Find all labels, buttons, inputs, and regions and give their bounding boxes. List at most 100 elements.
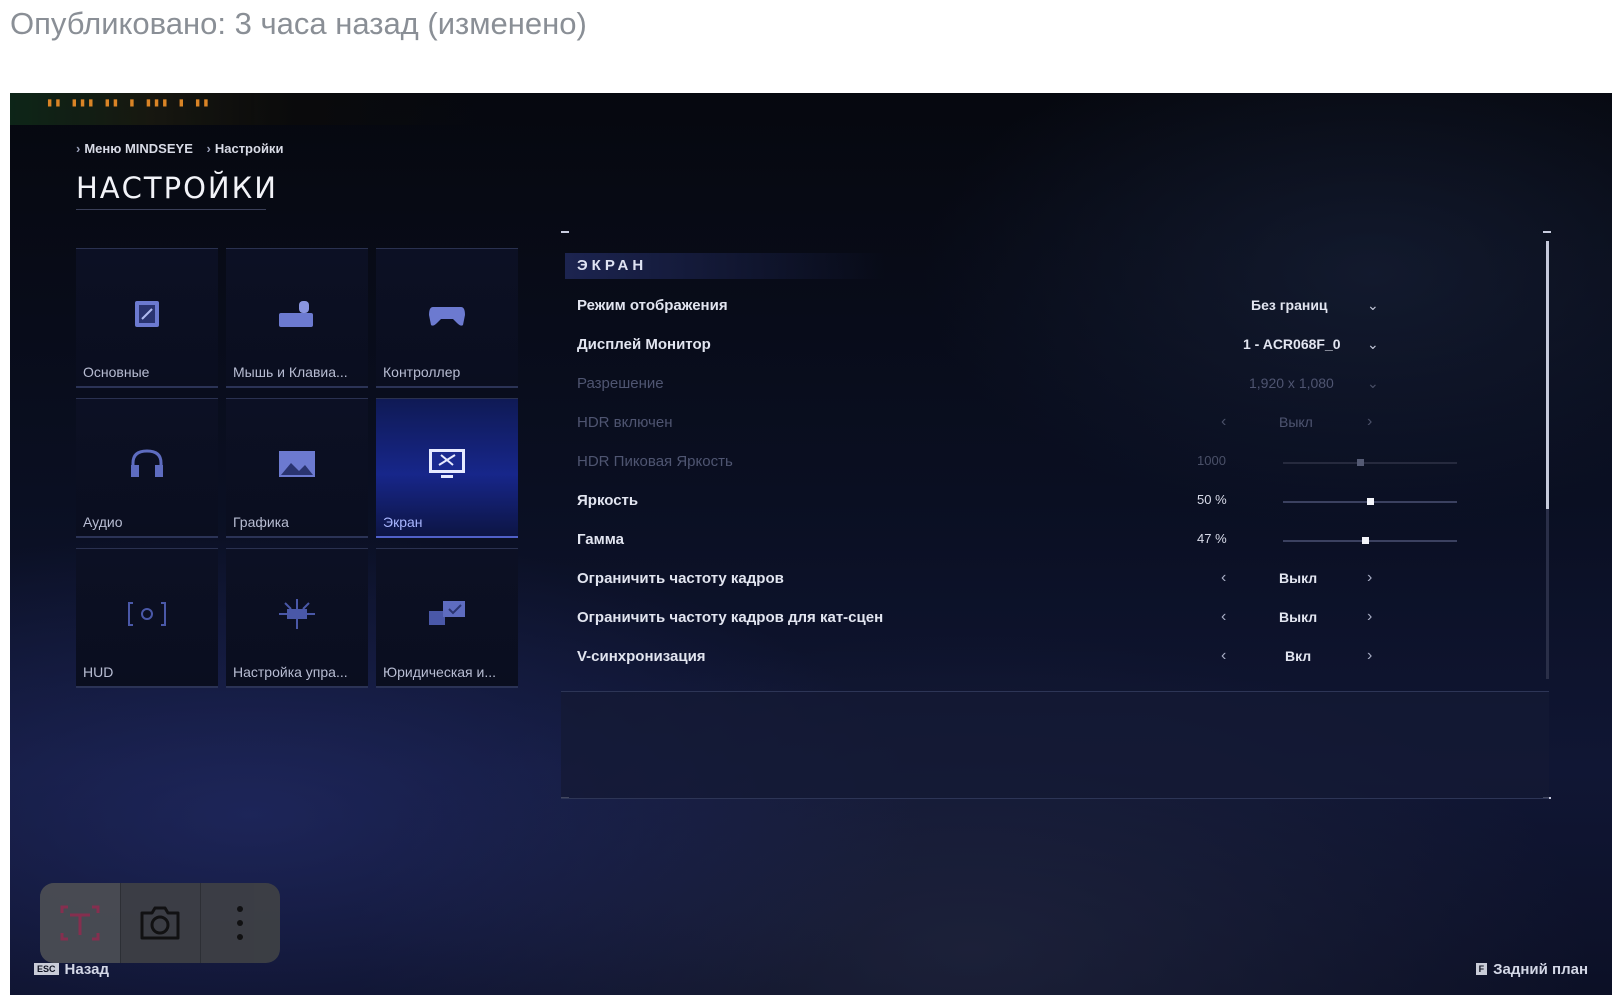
setting-label: V-синхронизация (577, 648, 706, 665)
slider-knob (1356, 459, 1364, 466)
hdr-peak-value: 1000 (1197, 453, 1226, 468)
setting-gamma[interactable]: Гамма 47 % (577, 521, 1457, 559)
chevron-left-icon[interactable]: ‹ (1221, 569, 1226, 587)
chevron-down-icon[interactable]: ⌄ (1367, 336, 1379, 353)
network-icon (279, 599, 315, 629)
screenshot-button[interactable] (120, 883, 200, 963)
hdr-enabled-value: Выкл (1279, 414, 1313, 430)
setting-vsync[interactable]: V-синхронизация ‹ Вкл › (577, 638, 1457, 676)
page-title: НАСТРОЙКИ (76, 171, 276, 210)
frame-limit-value: Выкл (1279, 570, 1318, 586)
resolution-value: 1,920 x 1,080 (1249, 375, 1334, 391)
chevron-down-icon[interactable]: ⌄ (1367, 297, 1379, 314)
setting-label: Ограничить частоту кадров для кат-сцен (577, 609, 884, 626)
background-label: Задний план (1493, 961, 1588, 978)
chevron-left-icon: ‹ (1221, 413, 1227, 430)
setting-display-monitor[interactable]: Дисплей Монитор 1 - ACR068F_0 ⌄ (577, 326, 1457, 364)
setting-frame-limit-cutscenes[interactable]: Ограничить частоту кадров для кат-сцен ‹… (577, 599, 1457, 637)
chevron-left-icon[interactable]: ‹ (1221, 647, 1226, 665)
setting-hdr-enabled: HDR включен ‹ Выкл › (577, 404, 1457, 442)
category-tile-display[interactable]: Экран (376, 398, 518, 538)
category-label: Аудио (83, 514, 123, 530)
category-tile-controller[interactable]: Контроллер (376, 248, 518, 388)
category-tile-hud[interactable]: HUD (76, 548, 218, 688)
setting-frame-limit[interactable]: Ограничить частоту кадров ‹ Выкл › (577, 560, 1457, 598)
keyboard-mouse-icon (279, 301, 313, 327)
setting-label: HDR Пиковая Яркость (577, 453, 733, 470)
display-icon (429, 449, 465, 478)
breadcrumb: › Меню MINDSEYE › Настройки (76, 141, 284, 156)
fps-overlay: ▮▮ ▮▮▮ ▮▮ ▮ ▮▮▮ ▮ ▮▮ (10, 93, 480, 125)
category-tile-general[interactable]: Основные (76, 248, 218, 388)
category-tile-audio[interactable]: Аудио (76, 398, 218, 538)
fps-overlay-text: ▮▮ ▮▮▮ ▮▮ ▮ ▮▮▮ ▮ ▮▮ (46, 95, 211, 109)
post-meta: Опубликовано: 3 часа назад (изменено) (10, 6, 587, 41)
more-options-button[interactable] (200, 883, 280, 963)
setting-description-box (561, 691, 1549, 799)
setting-resolution: Разрешение 1,920 x 1,080 ⌄ (577, 365, 1457, 403)
chevron-down-icon: ⌄ (1367, 375, 1379, 391)
game-screenshot: ▮▮ ▮▮▮ ▮▮ ▮ ▮▮▮ ▮ ▮▮ › Меню MINDSEYE › Нас… (10, 93, 1612, 995)
setting-label: Дисплей Монитор (577, 336, 711, 353)
setting-label: Ограничить частоту кадров (577, 570, 784, 587)
breadcrumb-item-settings[interactable]: Настройки (215, 141, 284, 156)
setting-label: Гамма (577, 531, 624, 548)
brightness-value: 50 % (1197, 492, 1227, 507)
scrollbar-thumb[interactable] (1546, 241, 1549, 509)
category-label: Графика (233, 514, 289, 530)
chevron-right-icon[interactable]: › (1367, 608, 1372, 626)
hdr-peak-slider (1283, 459, 1457, 466)
headphones-icon (131, 449, 163, 477)
image-icon (279, 451, 315, 477)
setting-display-mode[interactable]: Режим отображения Без границ ⌄ (577, 287, 1457, 325)
category-label: HUD (83, 664, 114, 680)
panel-corner (561, 231, 569, 233)
back-hint[interactable]: ESC Назад (34, 961, 109, 978)
category-label: Юридическая и... (383, 664, 496, 680)
vsync-value: Вкл (1285, 648, 1312, 664)
gamma-value: 47 % (1197, 531, 1227, 546)
more-vertical-icon (237, 906, 243, 940)
text-select-icon (60, 905, 100, 941)
category-tile-mouse-keyboard[interactable]: Мышь и Клавиа... (226, 248, 368, 388)
camera-icon (140, 906, 180, 940)
category-label: Экран (383, 514, 423, 530)
setting-hdr-peak-brightness: HDR Пиковая Яркость 1000 (577, 443, 1457, 481)
chevron-left-icon[interactable]: ‹ (1221, 608, 1226, 626)
category-label: Контроллер (383, 364, 461, 380)
background-hint[interactable]: F Задний план (1475, 961, 1588, 978)
chevron-right-icon[interactable]: › (1367, 647, 1372, 665)
category-tile-graphics[interactable]: Графика (226, 398, 368, 538)
category-label: Настройка упра... (233, 664, 348, 680)
gamma-slider[interactable] (1283, 537, 1457, 544)
setting-label: HDR включен (577, 414, 673, 431)
image-toolbar (40, 883, 280, 963)
chip-icon (135, 301, 159, 327)
slider-knob[interactable] (1367, 498, 1374, 505)
back-label: Назад (64, 961, 109, 978)
category-tile-legal[interactable]: Юридическая и... (376, 548, 518, 688)
esc-key-badge: ESC (34, 963, 59, 975)
breadcrumb-item-menu[interactable]: Меню MINDSEYE (84, 141, 193, 156)
legal-icon (429, 601, 465, 625)
brightness-slider[interactable] (1283, 498, 1457, 505)
display-mode-value[interactable]: Без границ (1251, 297, 1328, 313)
category-tile-control-settings[interactable]: Настройка упра... (226, 548, 368, 688)
category-label: Мышь и Клавиа... (233, 364, 348, 380)
chevron-right-icon[interactable]: › (1367, 569, 1372, 587)
section-title: ЭКРАН (565, 253, 885, 279)
category-label: Основные (83, 364, 150, 380)
setting-brightness[interactable]: Яркость 50 % (577, 482, 1457, 520)
gamepad-icon (429, 307, 465, 326)
slider-knob[interactable] (1361, 537, 1369, 544)
setting-label: Яркость (577, 492, 639, 509)
f-key-badge: F (1475, 963, 1488, 975)
setting-label: Разрешение (577, 375, 664, 392)
frame-limit-cutscenes-value: Выкл (1279, 609, 1318, 625)
hud-icon (128, 602, 166, 626)
text-select-button[interactable] (40, 883, 120, 963)
panel-corner (1543, 231, 1551, 233)
setting-label: Режим отображения (577, 297, 728, 314)
settings-panel: ЭКРАН Режим отображения Без границ ⌄ Дис… (561, 231, 1555, 799)
display-monitor-value[interactable]: 1 - ACR068F_0 (1243, 336, 1341, 352)
